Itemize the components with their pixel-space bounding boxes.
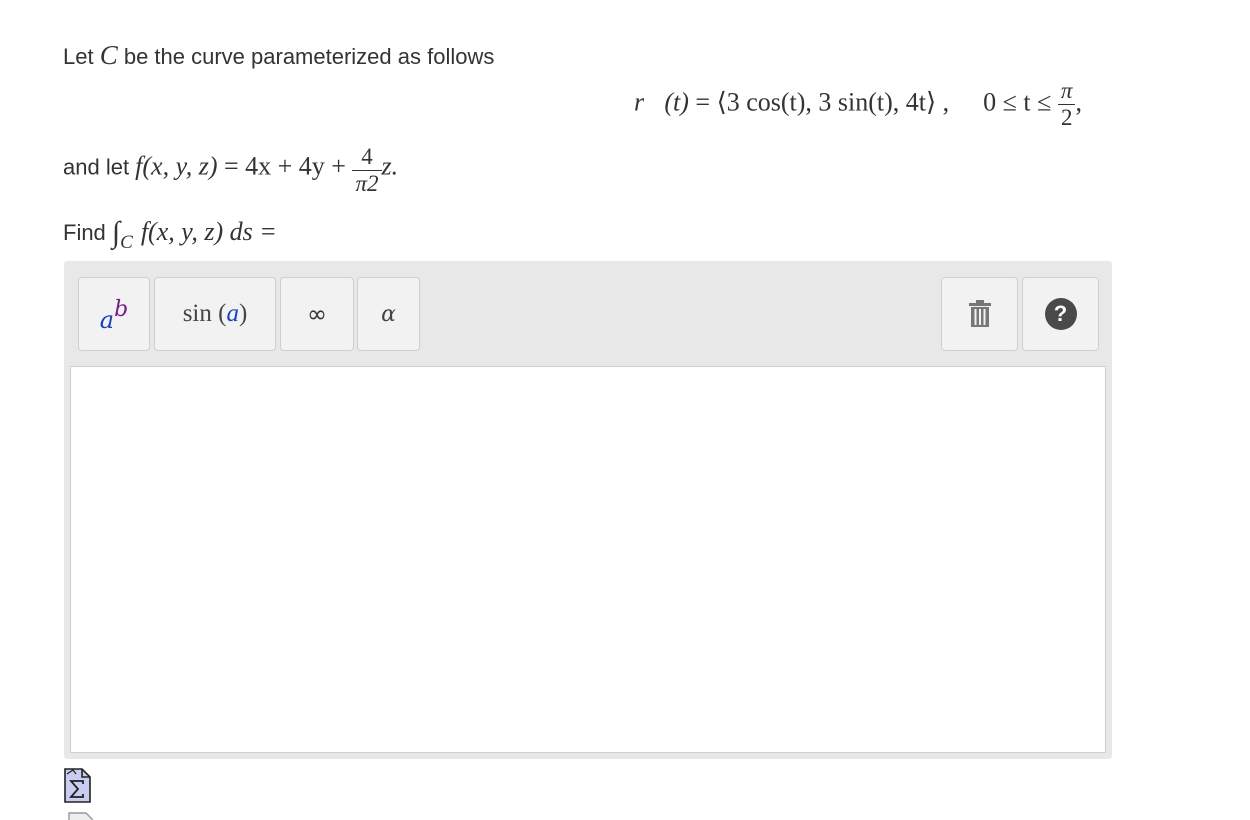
trash-icon [968,300,991,327]
answer-input-area[interactable] [70,366,1106,753]
find-text: Find [63,220,112,245]
param-equals: = [688,87,717,117]
superscript-exponent: b [114,297,129,322]
find-prompt: Find ∫C f(x, y, z) ds = [63,214,277,253]
alpha-icon: α [381,301,396,327]
integral-subscript: C [120,232,133,253]
intro-text-after: be the curve parameterized as follows [117,44,495,69]
function-lhs: f(x, y, z) [135,151,218,181]
sin-glyph: sin (a) [183,300,248,328]
function-fraction: 4 π2 [352,144,382,197]
function-definition: and let f(x, y, z) = 4x + 4y + 4 π2 z. [63,144,398,197]
clear-button[interactable] [941,277,1018,351]
function-sin-button[interactable]: sin (a) [154,277,276,351]
sin-arg: a [226,300,239,327]
help-button[interactable]: ? [1022,277,1099,351]
param-range-fraction: π 2 [1057,78,1076,131]
function-frac-den: π2 [355,171,379,196]
integral-expression: f(x, y, z) ds = [140,217,277,246]
math-editor: ab sin (a) ∞ α ? [64,261,1112,759]
parameterization-equation: r⃗(t) = ⟨3 cos(t), 3 sin(t), 4t⟩ , 0 ≤ t … [634,78,1082,131]
infinity-icon: ∞ [307,300,327,328]
function-def-text: and let [63,154,136,180]
help-glyph: ? [1053,301,1068,326]
function-middle: = 4x + 4y + [217,151,353,181]
param-range-den: 2 [1060,105,1073,130]
function-tail: z. [381,151,399,181]
function-frac-num: 4 [352,144,382,171]
integral-sign: ∫ [111,216,121,249]
superscript-button[interactable]: ab [78,277,150,351]
sigma-document-icon[interactable] [64,768,91,803]
param-rhs: ⟨3 cos(t), 3 sin(t), 4t⟩ , [716,87,950,117]
param-lhs: r⃗(t) [634,87,689,117]
greek-alpha-button[interactable]: α [357,277,420,351]
param-range-num: π [1057,78,1076,105]
superscript-glyph: ab [100,297,129,334]
intro-text-before: Let [63,44,100,69]
param-trailing: , [1075,87,1082,117]
sin-prefix: sin ( [182,300,227,327]
superscript-base: a [99,306,115,334]
param-range-left: 0 ≤ t ≤ [983,87,1052,117]
help-icon: ? [1044,298,1077,330]
infinity-button[interactable]: ∞ [280,277,354,351]
problem-intro: Let C be the curve parameterized as foll… [63,40,494,71]
curve-variable: C [99,40,118,70]
sin-suffix: ) [238,300,248,327]
document-icon[interactable] [68,812,96,820]
